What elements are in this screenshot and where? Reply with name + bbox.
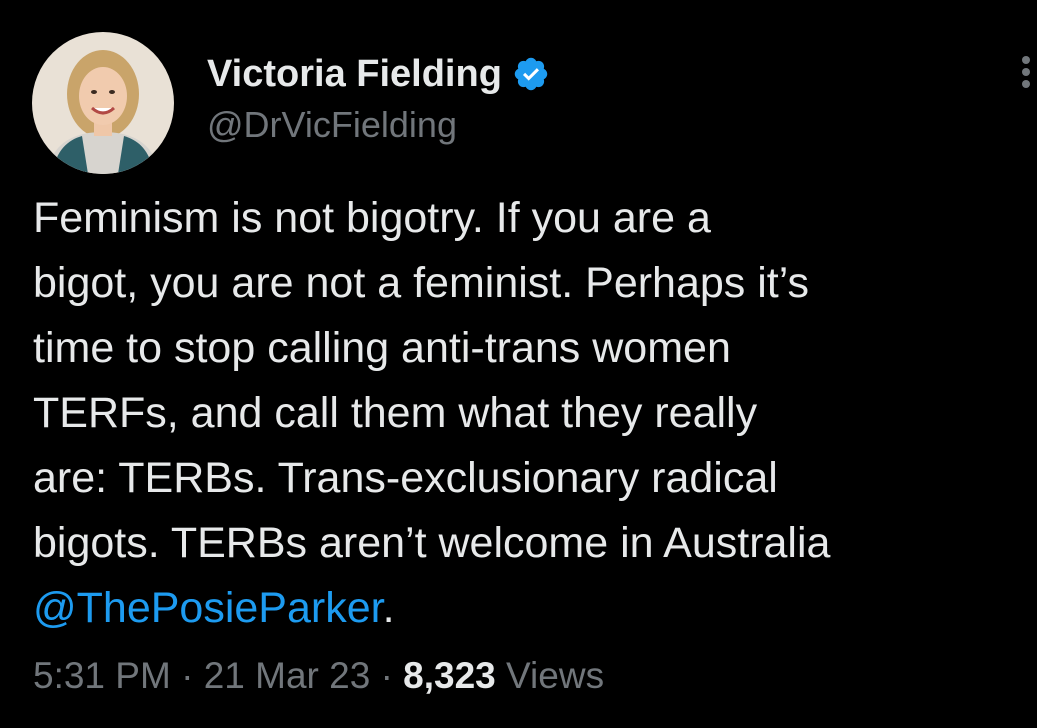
display-name-row: Victoria Fielding: [207, 48, 550, 100]
tweet-text-line: are: TERBs. Trans-exclusionary radical: [33, 454, 778, 502]
verified-badge-icon[interactable]: [512, 55, 550, 93]
tweet-text-line: bigot, you are not a feminist. Perhaps i…: [33, 259, 810, 307]
more-options-icon[interactable]: [1016, 56, 1036, 96]
tweet-text: Feminism is not bigotry. If you are a bi…: [33, 186, 1023, 641]
mention-link[interactable]: @ThePosieParker: [33, 584, 383, 632]
tweet-meta: 5:31 PM · 21 Mar 23 · 8,323 Views: [33, 655, 604, 697]
tweet-text-line: TERFs, and call them what they really: [33, 389, 758, 437]
views-count: 8,323: [403, 655, 496, 696]
display-name[interactable]: Victoria Fielding: [207, 53, 502, 96]
author-handle[interactable]: @DrVicFielding: [207, 104, 550, 146]
meta-separator: ·: [181, 655, 194, 696]
author-block: Victoria Fielding @DrVicFielding: [207, 48, 550, 146]
tweet-text-trailing: .: [382, 584, 395, 632]
meta-separator: ·: [380, 655, 393, 696]
tweet-time[interactable]: 5:31 PM: [33, 655, 171, 696]
views-label: Views: [506, 655, 605, 696]
tweet-text-line: bigots. TERBs aren’t welcome in Australi…: [33, 519, 831, 567]
avatar-image: [32, 32, 174, 174]
avatar[interactable]: [32, 32, 174, 174]
tweet-text-line: time to stop calling anti-trans women: [33, 324, 731, 372]
tweet: Victoria Fielding @DrVicFielding Feminis…: [0, 0, 1037, 728]
tweet-date[interactable]: 21 Mar 23: [204, 655, 371, 696]
tweet-text-line: Feminism is not bigotry. If you are a: [33, 194, 711, 242]
